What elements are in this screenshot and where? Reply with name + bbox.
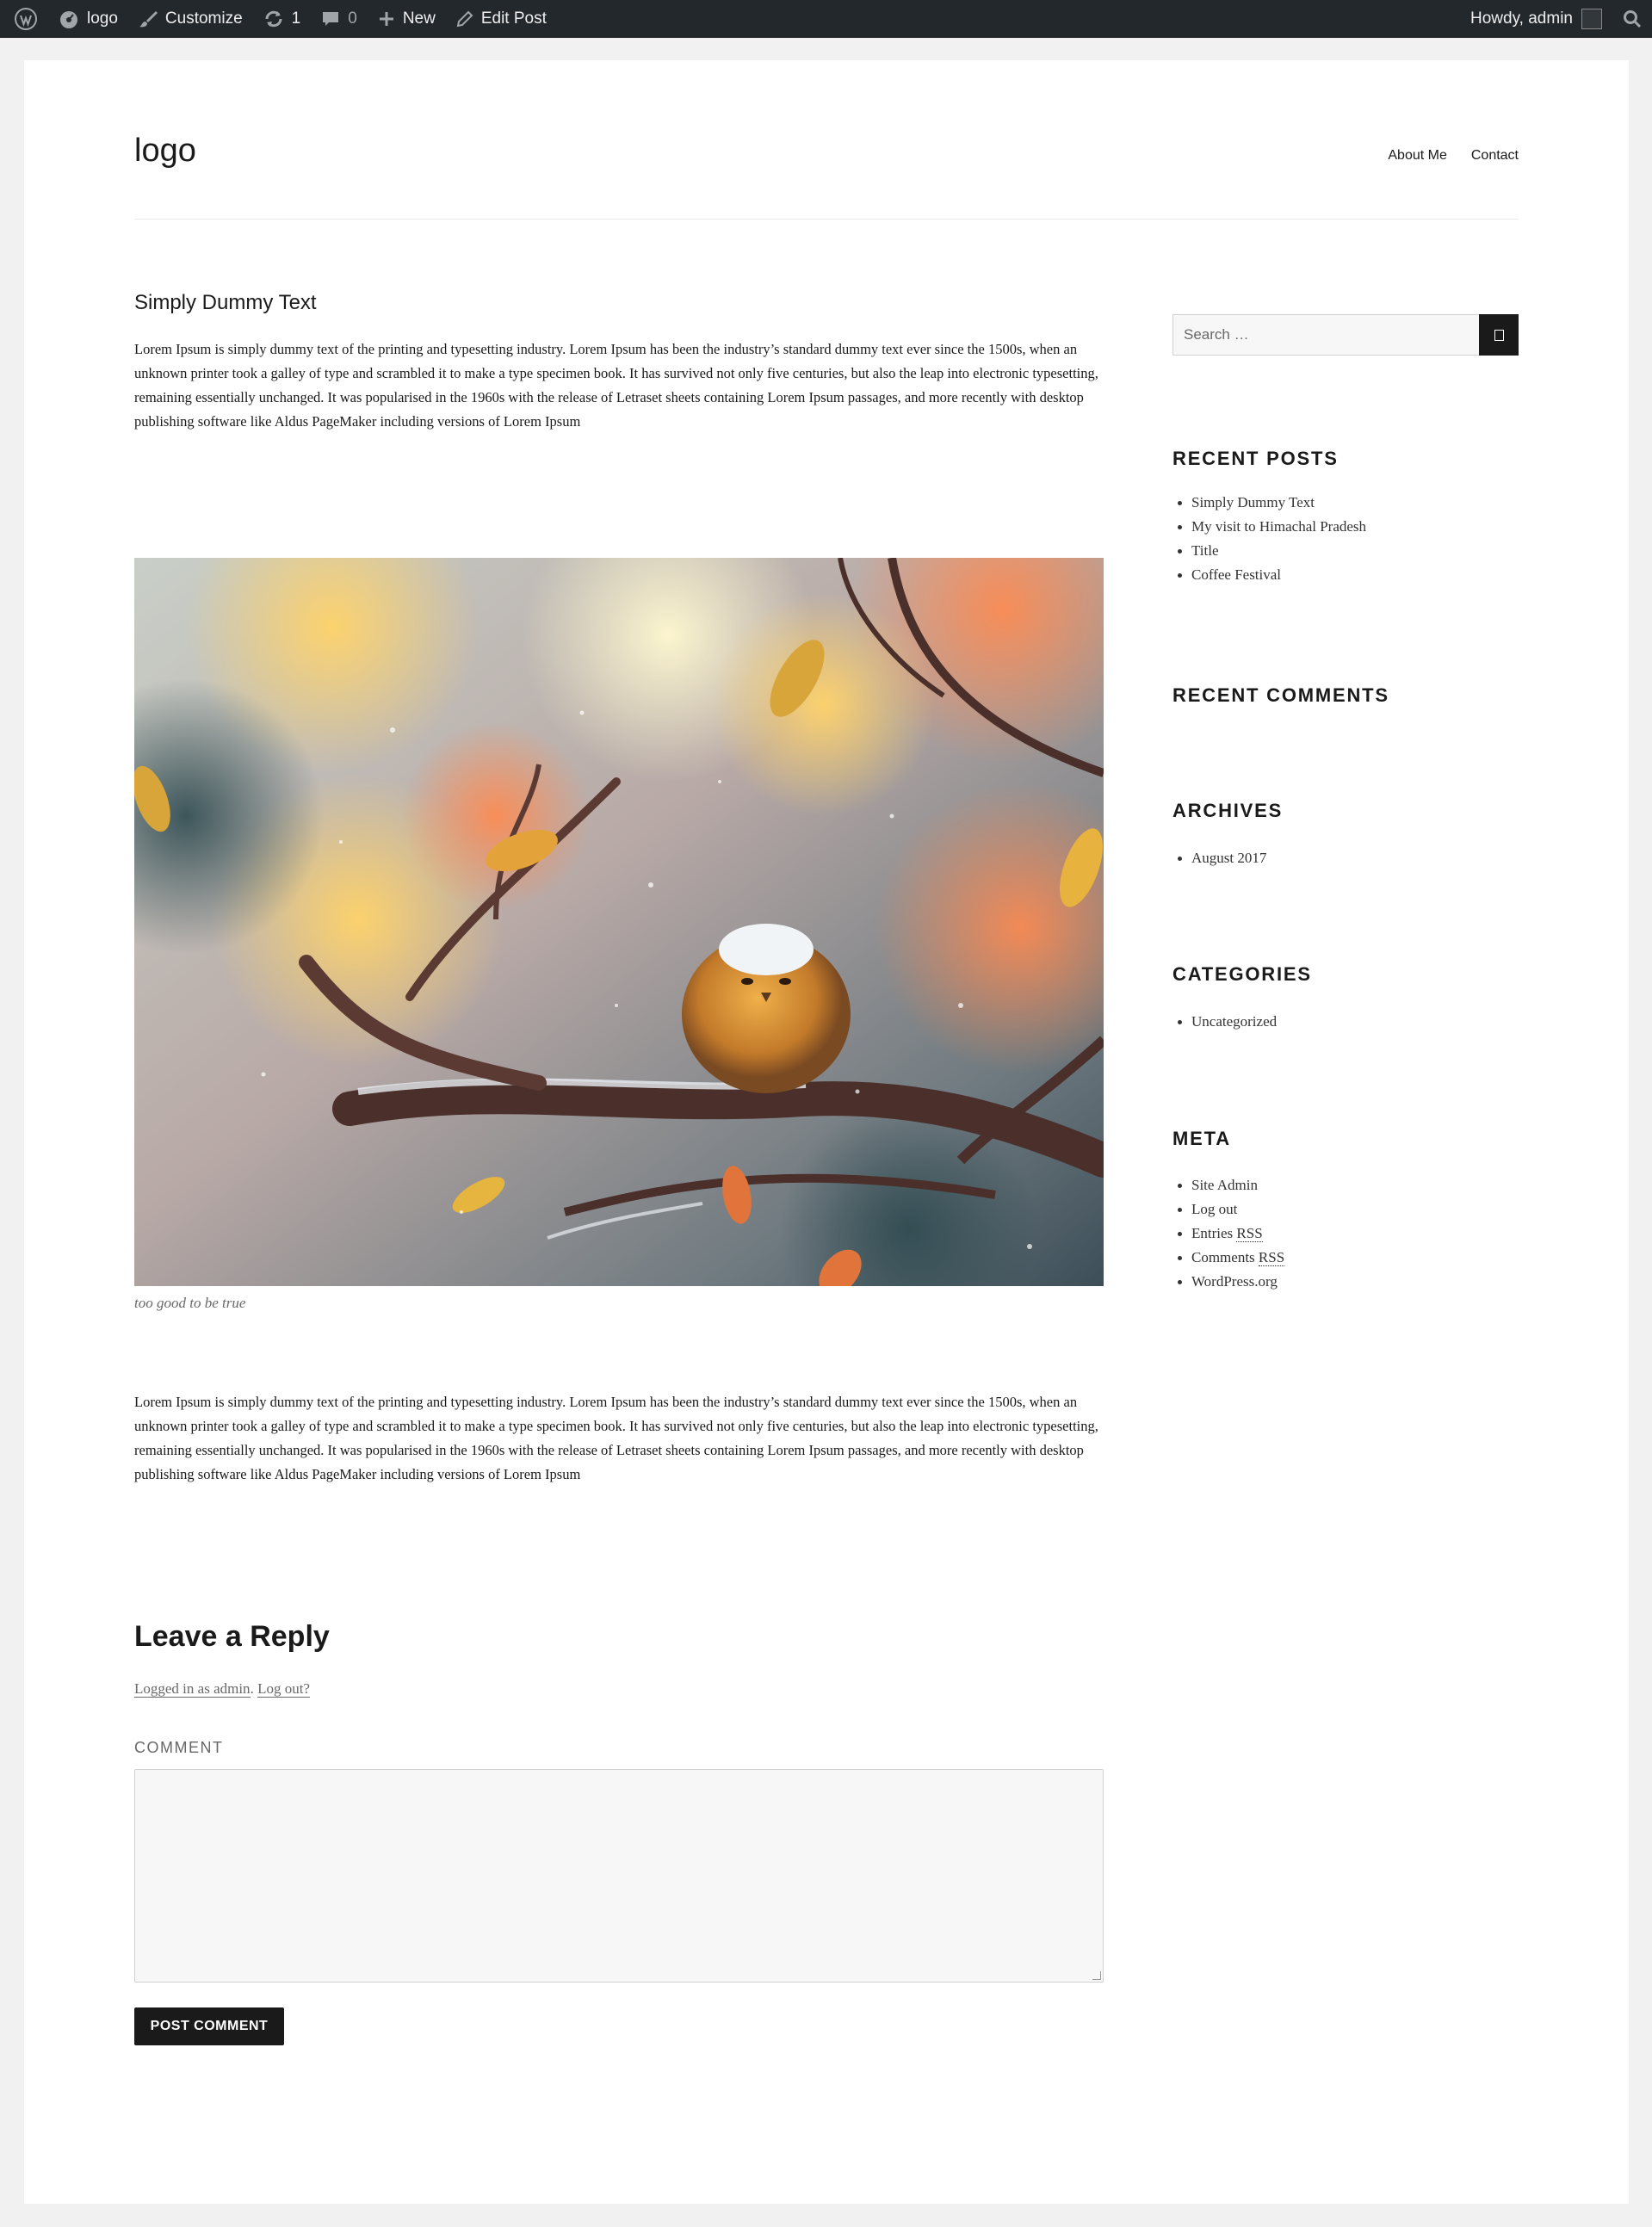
- account-menu[interactable]: Howdy, admin: [1460, 0, 1612, 38]
- archive-link[interactable]: August 2017: [1172, 846, 1266, 870]
- logged-in-link[interactable]: Logged in as admin: [134, 1680, 251, 1698]
- post-comment-button[interactable]: POST COMMENT: [134, 2007, 284, 2045]
- comments-rss-link[interactable]: Comments RSS: [1172, 1246, 1285, 1270]
- bird-illustration: [134, 558, 1104, 1286]
- search-input[interactable]: Search …: [1172, 314, 1479, 356]
- category-link[interactable]: Uncategorized: [1172, 1010, 1277, 1034]
- search-submit-icon: [1494, 329, 1504, 341]
- comments-link[interactable]: 0: [311, 0, 368, 38]
- search-placeholder: Search …: [1184, 326, 1249, 343]
- comments-rss-label: Comments: [1191, 1249, 1255, 1265]
- logged-in-separator: .: [250, 1680, 258, 1697]
- archives-title: ARCHIVES: [1172, 800, 1284, 821]
- post-image: [134, 558, 1104, 1286]
- recent-post-link[interactable]: Coffee Festival: [1172, 563, 1366, 587]
- menu-item-about[interactable]: About Me: [1388, 148, 1446, 164]
- howdy-label: Howdy, admin: [1470, 9, 1573, 28]
- customize-link[interactable]: Customize: [128, 0, 253, 38]
- site-name-link[interactable]: logo: [48, 0, 128, 38]
- site-name-label: logo: [87, 9, 118, 28]
- log-out-link[interactable]: Log out: [1172, 1197, 1284, 1222]
- meta-title: META: [1172, 1128, 1231, 1149]
- dashboard-icon: [60, 11, 77, 28]
- comment-label: COMMENT: [134, 1739, 224, 1756]
- edit-post-link[interactable]: Edit Post: [446, 0, 557, 38]
- meta-list: Site Admin Log out Entries RSS Comments …: [1172, 1173, 1285, 1294]
- new-content-link[interactable]: New: [368, 0, 446, 38]
- search-icon: [1624, 10, 1642, 28]
- updates-link[interactable]: 1: [253, 0, 312, 38]
- updates-count: 1: [291, 9, 301, 28]
- recent-post-link[interactable]: Title: [1172, 539, 1366, 563]
- image-caption: too good to be true: [134, 1295, 246, 1311]
- archives-list: August 2017: [1172, 846, 1266, 870]
- wordpress-icon: [15, 8, 37, 30]
- plus-icon: [379, 12, 393, 26]
- admin-search-toggle[interactable]: [1612, 0, 1652, 38]
- site-title[interactable]: logo: [134, 134, 196, 167]
- comment-textarea[interactable]: [134, 1769, 1104, 1983]
- rss-abbr: RSS: [1258, 1249, 1285, 1266]
- resize-handle[interactable]: [1092, 1971, 1101, 1980]
- avatar: [1581, 9, 1602, 29]
- post-paragraph: Lorem Ipsum is simply dummy text of the …: [134, 1394, 1098, 1482]
- categories-title: CATEGORIES: [1172, 963, 1312, 985]
- wordpress-menu[interactable]: [3, 0, 48, 38]
- comments-count: 0: [348, 9, 357, 28]
- recent-comments-title: RECENT COMMENTS: [1172, 684, 1389, 706]
- logout-link[interactable]: Log out?: [257, 1680, 310, 1698]
- admin-bar: logo Customize 1 0 New Edit Post Howdy, …: [0, 0, 1652, 38]
- search-submit-button[interactable]: [1479, 314, 1519, 356]
- recent-posts-list: Simply Dummy Text My visit to Himachal P…: [1172, 491, 1366, 587]
- pencil-icon: [456, 10, 473, 28]
- categories-list: Uncategorized: [1172, 1010, 1277, 1034]
- primary-menu: About Me Contact: [1388, 148, 1519, 164]
- recent-post-link[interactable]: My visit to Himachal Pradesh: [1172, 515, 1366, 539]
- reply-title: Leave a Reply: [134, 1620, 330, 1653]
- post-title: Simply Dummy Text: [134, 291, 317, 314]
- logged-in-as: Logged in as admin. Log out?: [134, 1680, 310, 1698]
- edit-post-label: Edit Post: [480, 9, 547, 28]
- recent-posts-title: RECENT POSTS: [1172, 448, 1339, 469]
- recent-post-link[interactable]: Simply Dummy Text: [1172, 491, 1366, 515]
- update-icon: [265, 10, 282, 28]
- site-admin-link[interactable]: Site Admin: [1172, 1173, 1284, 1197]
- wordpress-org-link[interactable]: WordPress.org: [1172, 1270, 1284, 1294]
- menu-item-contact[interactable]: Contact: [1471, 148, 1519, 164]
- site-container: logo About Me Contact Simply Dummy Text …: [24, 60, 1629, 2204]
- post-paragraph: Lorem Ipsum is simply dummy text of the …: [134, 341, 1098, 430]
- entries-rss-link[interactable]: Entries RSS: [1172, 1222, 1284, 1246]
- brush-icon: [139, 11, 158, 28]
- site-header: logo About Me Contact: [134, 60, 1519, 220]
- comment-icon: [323, 12, 339, 26]
- new-label: New: [402, 9, 436, 28]
- customize-label: Customize: [164, 9, 243, 28]
- entries-rss-label: Entries: [1191, 1225, 1234, 1241]
- rss-abbr: RSS: [1236, 1225, 1263, 1242]
